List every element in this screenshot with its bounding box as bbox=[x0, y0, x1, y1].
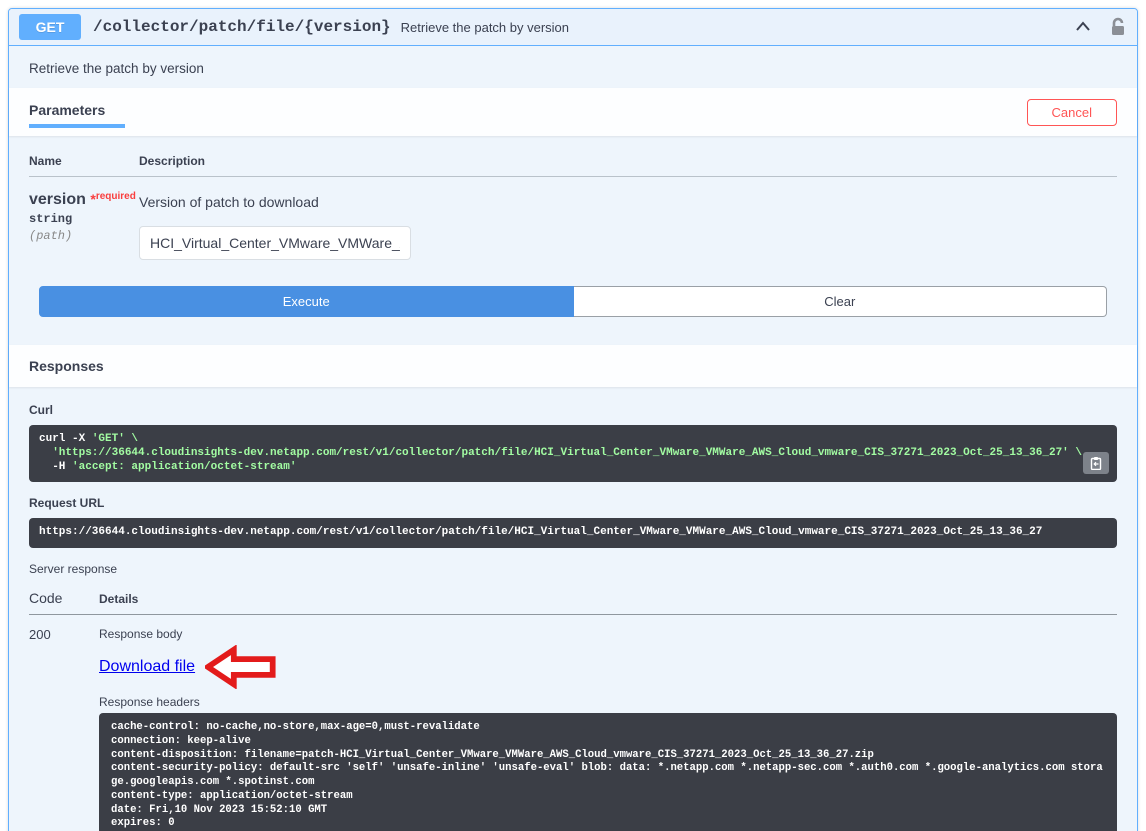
response-row-200: 200 Response body Download file Response… bbox=[29, 615, 1117, 831]
response-header-line: content-disposition: filename=patch-HCI_… bbox=[111, 748, 874, 761]
parameter-description: Version of patch to download bbox=[139, 194, 319, 210]
responses-body: Curl curl -X 'GET' \ 'https://36644.clou… bbox=[9, 387, 1137, 831]
clear-button[interactable]: Clear bbox=[573, 286, 1107, 317]
operation-description: Retrieve the patch by version bbox=[29, 61, 204, 76]
copy-to-clipboard-button[interactable] bbox=[1083, 452, 1109, 475]
curl-method-arg: 'GET' \ bbox=[91, 433, 139, 445]
response-header-line: cache-control: no-cache,no-store,max-age… bbox=[111, 721, 480, 733]
parameter-location: (path) bbox=[29, 229, 73, 243]
parameter-row-version: version *required string (path) Version … bbox=[29, 181, 1117, 260]
required-label: required bbox=[95, 191, 136, 202]
status-code: 200 bbox=[29, 627, 51, 642]
parameter-name: version *required bbox=[29, 191, 136, 208]
response-headers-label: Response headers bbox=[99, 695, 200, 709]
endpoint-header[interactable]: GET /collector/patch/file/{version} Retr… bbox=[9, 9, 1137, 46]
operation-block: GET /collector/patch/file/{version} Retr… bbox=[8, 8, 1138, 831]
execute-row: Execute Clear bbox=[39, 286, 1107, 317]
tab-parameters[interactable]: Parameters bbox=[29, 96, 126, 128]
endpoint-path: /collector/patch/file/{version} bbox=[93, 18, 391, 36]
column-header-code: Code bbox=[29, 590, 63, 606]
curl-label: Curl bbox=[29, 403, 53, 417]
curl-command-block: curl -X 'GET' \ 'https://36644.cloudinsi… bbox=[29, 425, 1117, 483]
response-header-line: connection: keep-alive bbox=[111, 734, 251, 747]
response-header-line: content-security-policy: default-src 'se… bbox=[111, 762, 1103, 789]
column-header-details: Details bbox=[99, 592, 139, 606]
http-method-badge: GET bbox=[19, 14, 81, 40]
response-table-header: Code Details bbox=[29, 580, 1117, 614]
endpoint-summary: Retrieve the patch by version bbox=[400, 19, 570, 35]
request-url-label: Request URL bbox=[29, 496, 105, 511]
response-body-label: Response body bbox=[99, 627, 183, 641]
parameters-table: Name Description version *required strin… bbox=[9, 136, 1137, 345]
cancel-button[interactable]: Cancel bbox=[1026, 98, 1117, 126]
responses-section-header: Responses bbox=[9, 345, 1137, 387]
column-header-description: Description bbox=[139, 154, 206, 168]
unlock-icon[interactable] bbox=[1109, 17, 1127, 37]
responses-title: Responses bbox=[29, 358, 104, 374]
curl-header-arg: 'accept: application/octet-stream' bbox=[72, 460, 297, 473]
response-header-line: content-type: application/octet-stream bbox=[111, 789, 353, 802]
response-header-line: date: Fri,10 Nov 2023 15:52:10 GMT bbox=[111, 803, 328, 816]
clipboard-icon bbox=[1090, 457, 1102, 471]
server-response-label: Server response bbox=[29, 562, 118, 576]
download-file-link[interactable]: Download file bbox=[99, 658, 195, 676]
annotation-arrow-icon bbox=[205, 645, 276, 689]
curl-cmd: curl -X bbox=[39, 433, 92, 445]
curl-url-arg: 'https://36644.cloudinsights-dev.netapp.… bbox=[39, 446, 1082, 459]
parameters-section-header: Parameters Cancel bbox=[9, 88, 1137, 136]
response-headers-block: cache-control: no-cache,no-store,max-age… bbox=[99, 713, 1117, 831]
divider bbox=[29, 176, 1117, 177]
execute-button[interactable]: Execute bbox=[39, 286, 574, 317]
response-header-line: expires: 0 bbox=[111, 817, 175, 830]
curl-header-flag: -H bbox=[39, 460, 73, 473]
chevron-up-icon[interactable] bbox=[1073, 17, 1093, 37]
request-url-value: https://36644.cloudinsights-dev.netapp.c… bbox=[39, 526, 1043, 539]
column-header-name: Name bbox=[29, 154, 62, 168]
request-url-block: https://36644.cloudinsights-dev.netapp.c… bbox=[29, 518, 1117, 548]
parameter-type: string bbox=[29, 212, 73, 226]
version-input[interactable] bbox=[139, 226, 411, 260]
